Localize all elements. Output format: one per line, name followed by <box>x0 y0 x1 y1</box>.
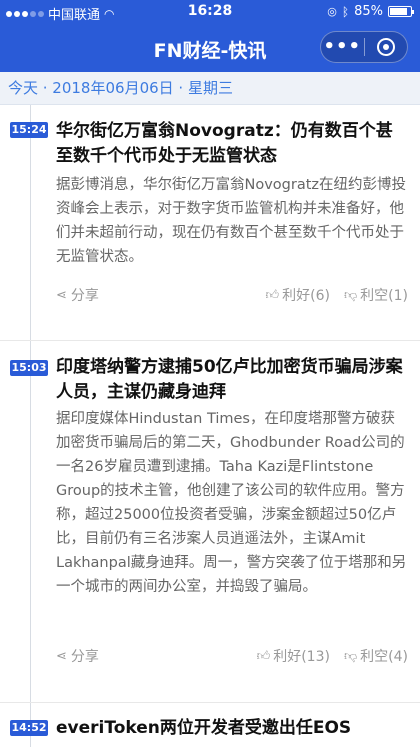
mini-program-capsule: ••• <box>320 31 408 63</box>
nav-bar: FN财经-快讯 ••• <box>0 24 420 72</box>
battery-icon <box>388 6 414 17</box>
vote-group: 👍︎ 利好(6) 👎︎ 利空(1) <box>266 285 408 305</box>
share-label: 分享 <box>70 288 99 304</box>
status-right: ◎ ᛒ 85% <box>327 4 414 19</box>
news-title[interactable]: 印度塔纳警方逮捕50亿卢比加密货币骗局涉案人员，主谋仍藏身迪拜 <box>56 355 408 405</box>
news-item[interactable]: 15:03 印度塔纳警方逮捕50亿卢比加密货币骗局涉案人员，主谋仍藏身迪拜 据印… <box>0 341 420 706</box>
thumbs-up-icon: 👍︎ <box>265 287 280 303</box>
location-icon: ◎ <box>327 5 337 18</box>
news-item[interactable]: 15:24 华尔街亿万富翁Novogratz：仍有数百个甚至数千个代币处于无监管… <box>0 105 420 350</box>
status-bar: 中国联通 ◠ 16:28 ◎ ᛒ 85% <box>0 0 420 24</box>
bluetooth-icon: ᛒ <box>341 4 350 19</box>
bearish-button[interactable]: 👎︎ 利空(1) <box>344 285 408 305</box>
news-summary: 据印度媒体Hindustan Times，在印度塔那警方破获加密货币骗局后的第二… <box>56 411 407 595</box>
like-button[interactable]: 👍︎ 利好(13) <box>257 646 330 666</box>
like-button[interactable]: 👍︎ 利好(6) <box>266 285 330 305</box>
thumbs-down-icon: 👎︎ <box>343 648 358 664</box>
share-icon: ⋖ <box>56 287 67 303</box>
share-button[interactable]: ⋖ 分享 <box>56 285 99 305</box>
share-icon: ⋖ <box>56 648 67 664</box>
news-summary: 据彭博消息，华尔街亿万富翁Novogratz在纽约彭博投资峰会上表示，对于数字货… <box>56 177 407 265</box>
time-badge: 15:24 <box>10 122 48 138</box>
news-title[interactable]: 华尔街亿万富翁Novogratz：仍有数百个甚至数千个代币处于无监管状态 <box>56 119 408 169</box>
like-label: 利好(6) <box>282 288 330 304</box>
date-header: 今天 · 2018年06月06日 · 星期三 <box>0 72 420 105</box>
mini-program-close-icon <box>376 38 395 56</box>
bearish-label: 利空(1) <box>360 288 408 304</box>
battery-percent: 85% <box>354 4 383 19</box>
news-actions: ⋖ 分享 👍︎ 利好(13) 👎︎ 利空(4) <box>56 646 408 668</box>
thumbs-up-icon: 👍︎ <box>256 648 271 664</box>
share-button[interactable]: ⋖ 分享 <box>56 646 99 666</box>
vote-group: 👍︎ 利好(13) 👎︎ 利空(4) <box>257 646 408 666</box>
battery-fill <box>390 8 407 15</box>
share-label: 分享 <box>70 649 99 665</box>
bearish-label: 利空(4) <box>360 649 408 665</box>
news-item[interactable]: 14:52 everiToken两位开发者受邀出任EOS <box>0 703 420 747</box>
time-badge: 14:52 <box>10 720 48 736</box>
time-badge: 15:03 <box>10 360 48 376</box>
thumbs-down-icon: 👎︎ <box>343 287 358 303</box>
like-label: 利好(13) <box>273 649 330 665</box>
more-dots-icon[interactable]: ••• <box>321 33 364 61</box>
news-title[interactable]: everiToken两位开发者受邀出任EOS <box>56 716 408 741</box>
news-actions: ⋖ 分享 👍︎ 利好(6) 👎︎ 利空(1) <box>56 285 408 307</box>
bearish-button[interactable]: 👎︎ 利空(4) <box>344 646 408 666</box>
close-button[interactable] <box>364 38 407 56</box>
